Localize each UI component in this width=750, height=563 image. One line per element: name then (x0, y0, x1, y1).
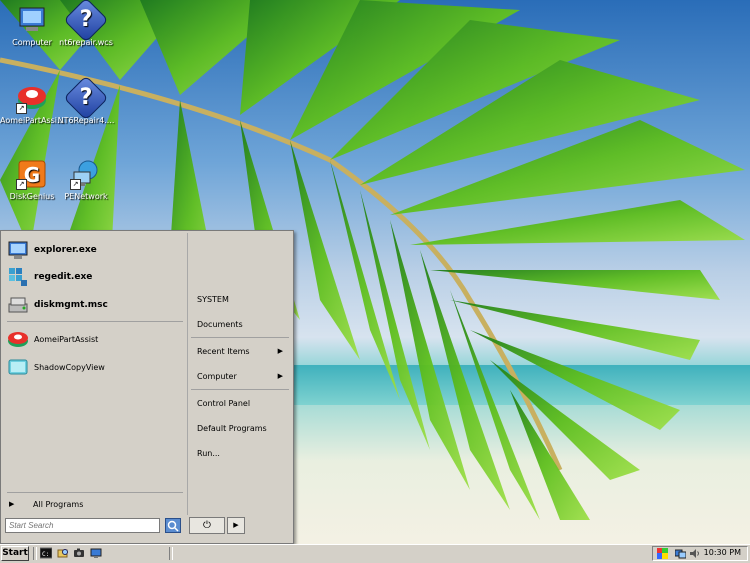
start-item-shadowcopyview[interactable]: ShadowCopyView (7, 354, 183, 380)
network-icon: ↗ (70, 158, 102, 190)
start-button[interactable]: Start (1, 546, 29, 561)
color-palette-icon (657, 548, 668, 559)
desktop-icon-label: PENetwork (64, 192, 108, 201)
start-right-label: Recent Items (197, 347, 250, 356)
start-item-label: regedit.exe (34, 272, 93, 282)
all-programs-button[interactable]: All Programs (33, 500, 83, 509)
start-item-label: ShadowCopyView (34, 362, 105, 372)
tray-network[interactable] (674, 548, 687, 562)
start-menu-separator (7, 321, 183, 322)
shortcut-arrow-icon: ↗ (16, 103, 27, 114)
disk-management-icon (7, 294, 29, 316)
start-menu-separator (7, 492, 183, 493)
shortcut-arrow-icon: ↗ (70, 179, 81, 190)
all-programs-arrow-icon: ▶ (9, 500, 15, 508)
system-tray: 10:30 PM (652, 546, 748, 561)
taskbar-grip (33, 547, 37, 560)
taskbar-grip (169, 547, 173, 560)
help-icon: ? (63, 75, 109, 121)
start-right-run[interactable]: Run... (197, 449, 220, 458)
svg-text:C:: C: (42, 551, 49, 558)
help-icon: ? (63, 0, 109, 43)
tray-color-app[interactable] (657, 548, 668, 562)
start-right-system[interactable]: SYSTEM (197, 295, 229, 304)
start-menu-places-pane: SYSTEM Documents Recent Items ▶ Computer… (187, 233, 292, 515)
desktop-icon-nt6repair-wcs[interactable]: ? nt6repair.wcs (54, 0, 118, 47)
power-options-button[interactable]: ▶ (227, 517, 245, 534)
start-item-aomeipartassist[interactable]: AomeiPartAssist (7, 326, 183, 352)
submenu-arrow-icon: ▶ (277, 347, 283, 355)
power-icon: ⏻ (203, 520, 211, 531)
start-item-explorer[interactable]: explorer.exe (7, 237, 183, 263)
start-search-input[interactable] (5, 518, 160, 533)
start-item-label: AomeiPartAssist (34, 334, 99, 344)
start-right-recent-items[interactable]: Recent Items ▶ (197, 347, 287, 356)
submenu-arrow-icon: ▶ (277, 372, 283, 380)
start-item-diskmgmt[interactable]: diskmgmt.msc (7, 292, 183, 318)
start-menu-separator (191, 337, 289, 338)
start-menu: explorer.exe regedit.exe diskmgmt.msc Ao… (0, 230, 294, 544)
speaker-icon (690, 549, 699, 558)
start-item-label: diskmgmt.msc (34, 300, 108, 310)
tray-clock[interactable]: 10:30 PM (704, 548, 741, 557)
partition-disk-icon: ↗ (16, 82, 48, 114)
start-menu-programs-pane: explorer.exe regedit.exe diskmgmt.msc Ao… (3, 233, 185, 519)
quicklaunch-explorer[interactable] (57, 547, 69, 559)
folder-search-icon (57, 549, 68, 558)
quicklaunch-cmd[interactable]: C: (39, 547, 53, 559)
taskbar: Start C: 10:30 PM (0, 544, 750, 563)
start-item-regedit[interactable]: regedit.exe (7, 264, 183, 290)
desktop-icon-nt6repair4[interactable]: ? NT6Repair4.... (54, 75, 118, 125)
diskgenius-icon: G ↗ (16, 158, 48, 190)
tray-volume[interactable] (689, 548, 700, 562)
partition-disk-icon (7, 328, 29, 350)
desktop-icon-penetwork[interactable]: ↗ PENetwork (54, 158, 118, 201)
shortcut-arrow-icon: ↗ (16, 179, 27, 190)
power-button[interactable]: ⏻ (189, 517, 225, 534)
quicklaunch-desktop[interactable] (90, 547, 102, 559)
command-prompt-icon: C: (39, 547, 53, 559)
search-button[interactable] (165, 518, 181, 533)
explorer-icon (7, 239, 29, 261)
start-right-computer[interactable]: Computer ▶ (197, 372, 287, 381)
shadowcopy-icon (7, 356, 29, 378)
computer-icon (16, 4, 48, 36)
camera-icon (74, 548, 84, 557)
show-desktop-icon (90, 548, 102, 558)
chevron-right-icon: ▶ (233, 521, 239, 529)
start-right-default-programs[interactable]: Default Programs (197, 424, 267, 433)
regedit-icon (7, 266, 29, 288)
start-right-control-panel[interactable]: Control Panel (197, 399, 250, 408)
start-right-documents[interactable]: Documents (197, 320, 243, 329)
start-menu-separator (191, 389, 289, 390)
quicklaunch-screenshot[interactable] (73, 547, 85, 559)
start-right-label: Computer (197, 372, 237, 381)
network-status-icon (674, 549, 687, 559)
search-icon (167, 520, 179, 532)
start-item-label: explorer.exe (34, 245, 97, 255)
